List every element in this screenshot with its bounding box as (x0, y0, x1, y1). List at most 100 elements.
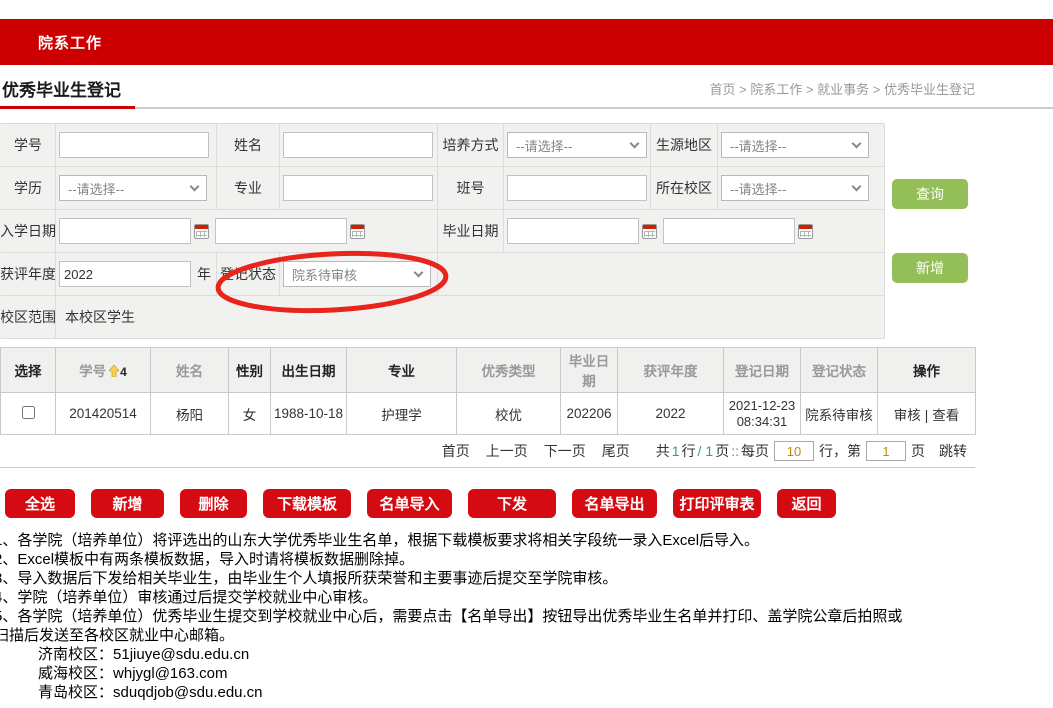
search-filter-panel: 学号 姓名 培养方式 --请选择-- 生源地区 --请选择-- 学历 (0, 123, 884, 339)
results-table: 选择 学号4 姓名 性别 出生日期 专业 优秀类型 毕业日期 获评年度 登记日期… (0, 347, 976, 435)
cell-birth-date: 1988-10-18 (271, 393, 347, 435)
col-award-year-sortable[interactable]: 获评年度 (618, 348, 724, 393)
cell-student-id: 201420514 (56, 393, 151, 435)
search-button[interactable]: 查询 (892, 179, 968, 209)
col-major: 专业 (347, 348, 457, 393)
enroll-date-start-input[interactable] (59, 218, 191, 244)
add-record-button[interactable]: 新增 (91, 489, 164, 518)
per-page-input[interactable] (774, 441, 814, 461)
cell-award-year: 2022 (618, 393, 724, 435)
chevron-down-icon (414, 267, 424, 277)
table-header-row: 选择 学号4 姓名 性别 出生日期 专业 优秀类型 毕业日期 获评年度 登记日期… (1, 348, 976, 393)
instruction-line: 扫描后发送至各校区就业中心邮箱。 (0, 626, 1053, 645)
back-button[interactable]: 返回 (777, 489, 836, 518)
prev-page-link[interactable]: 上一页 (486, 441, 528, 461)
education-label: 学历 (1, 167, 56, 210)
chevron-down-icon (190, 181, 200, 191)
calendar-icon[interactable] (642, 224, 657, 239)
student-id-label: 学号 (1, 124, 56, 167)
col-select: 选择 (1, 348, 56, 393)
campus-scope-label: 校区范围 (1, 296, 56, 339)
app-header: 院系工作 (0, 19, 1053, 65)
empty-cell (438, 253, 885, 296)
pagination-bar: 首页 上一页 下一页 尾页 共1行/1页::每页行，第页 跳转 (0, 435, 975, 468)
last-page-link[interactable]: 尾页 (602, 441, 630, 461)
breadcrumb[interactable]: 首页 > 院系工作 > 就业事务 > 优秀毕业生登记 (710, 79, 975, 98)
col-honor-type-sortable[interactable]: 优秀类型 (457, 348, 561, 393)
col-graduate-date-sortable[interactable]: 毕业日期 (561, 348, 618, 393)
view-link[interactable]: 查看 (932, 408, 959, 423)
graduate-date-label: 毕业日期 (438, 210, 504, 253)
next-page-link[interactable]: 下一页 (544, 441, 586, 461)
cell-status: 院系待审核 (801, 393, 878, 435)
campus-select[interactable]: --请选择-- (721, 175, 869, 201)
page: 院系工作 优秀毕业生登记 首页 > 院系工作 > 就业事务 > 优秀毕业生登记 … (0, 0, 1053, 708)
major-label: 专业 (217, 167, 280, 210)
download-template-button[interactable]: 下载模板 (263, 489, 351, 518)
sort-up-arrow-icon (109, 365, 119, 380)
page-number-input[interactable] (866, 441, 906, 461)
col-actions: 操作 (878, 348, 976, 393)
review-link[interactable]: 审核 (894, 408, 921, 423)
status-select[interactable]: 院系待审核 (283, 261, 431, 287)
sort-order-number: 4 (120, 365, 127, 379)
training-mode-select[interactable]: --请选择-- (507, 132, 647, 158)
instruction-line: 5、各学院（培养单位）优秀毕业生提交到学校就业中心后，需要点击【名单导出】按钮导… (0, 607, 1053, 626)
award-year-input[interactable] (59, 261, 191, 287)
instruction-line: 1、各学院（培养单位）将评选出的山东大学优秀毕业生名单，根据下载模板要求将相关字… (0, 531, 1053, 550)
graduate-date-start-input[interactable] (507, 218, 639, 244)
col-register-date-sortable[interactable]: 登记日期 (724, 348, 801, 393)
add-button[interactable]: 新增 (892, 253, 968, 283)
pagination-summary: 共1行/1页::每页行，第页 (656, 441, 925, 461)
enroll-date-end-input[interactable] (215, 218, 347, 244)
calendar-icon[interactable] (194, 224, 209, 239)
email-weihai: 威海校区：whjygl@163.com (0, 664, 1053, 683)
jump-button[interactable]: 跳转 (939, 441, 967, 461)
award-year-label: 获评年度 (1, 253, 56, 296)
calendar-icon[interactable] (798, 224, 813, 239)
chevron-down-icon (630, 138, 640, 148)
student-id-input[interactable] (59, 132, 209, 158)
cell-actions: 审核|查看 (878, 393, 976, 435)
email-jinan: 济南校区：51jiuye@sdu.edu.cn (0, 645, 1053, 664)
total-rows: 1 (672, 443, 680, 459)
col-status-sortable[interactable]: 登记状态 (801, 348, 878, 393)
select-all-button[interactable]: 全选 (5, 489, 75, 518)
name-input[interactable] (283, 132, 433, 158)
training-mode-label: 培养方式 (438, 124, 504, 167)
import-list-button[interactable]: 名单导入 (367, 489, 452, 518)
year-suffix: 年 (197, 264, 211, 284)
delete-button[interactable]: 删除 (180, 489, 247, 518)
cell-honor-type: 校优 (457, 393, 561, 435)
instruction-line: 4、学院（培养单位）审核通过后提交学校就业中心审核。 (0, 588, 1053, 607)
table-row: 201420514 杨阳 女 1988-10-18 护理学 校优 202206 … (1, 393, 976, 435)
instructions: 1、各学院（培养单位）将评选出的山东大学优秀毕业生名单，根据下载模板要求将相关字… (0, 531, 1053, 702)
top-strip (0, 0, 1053, 19)
col-birth-date: 出生日期 (271, 348, 347, 393)
cell-gender: 女 (229, 393, 271, 435)
email-qingdao: 青岛校区：sduqdjob@sdu.edu.cn (0, 683, 1053, 702)
calendar-icon[interactable] (350, 224, 365, 239)
enroll-date-label: 入学日期 (1, 210, 56, 253)
export-list-button[interactable]: 名单导出 (572, 489, 657, 518)
col-student-id-sortable[interactable]: 学号4 (56, 348, 151, 393)
row-checkbox[interactable] (22, 406, 35, 419)
first-page-link[interactable]: 首页 (442, 441, 470, 461)
instruction-line: 3、导入数据后下发给相关毕业生，由毕业生个人填报所获荣誉和主要事迹后提交至学院审… (0, 569, 1053, 588)
education-select[interactable]: --请选择-- (59, 175, 207, 201)
major-input[interactable] (283, 175, 433, 201)
class-no-label: 班号 (438, 167, 504, 210)
chevron-down-icon (852, 138, 862, 148)
total-pages: 1 (705, 443, 713, 459)
col-name-sortable[interactable]: 姓名 (151, 348, 229, 393)
origin-region-select[interactable]: --请选择-- (721, 132, 869, 158)
graduate-date-end-input[interactable] (663, 218, 795, 244)
cell-register-date: 2021-12-23 08:34:31 (724, 393, 801, 435)
app-header-title: 院系工作 (38, 32, 102, 53)
cell-name: 杨阳 (151, 393, 229, 435)
page-title: 优秀毕业生登记 (0, 76, 135, 109)
class-no-input[interactable] (507, 175, 647, 201)
print-review-button[interactable]: 打印评审表 (673, 489, 761, 518)
search-section: 学号 姓名 培养方式 --请选择-- 生源地区 --请选择-- 学历 (0, 123, 1053, 339)
distribute-button[interactable]: 下发 (468, 489, 556, 518)
